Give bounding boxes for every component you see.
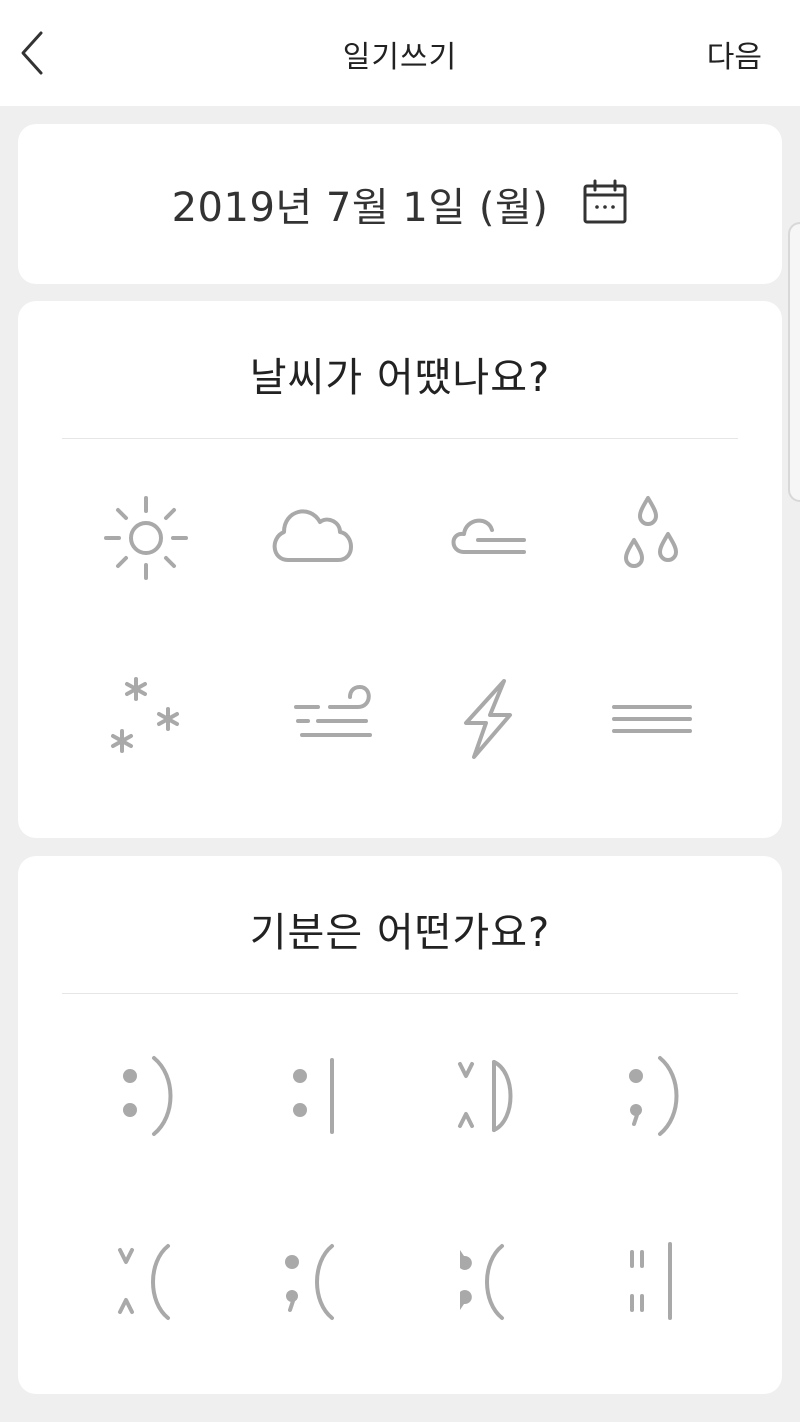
neutral-emoticon-icon [293, 1058, 334, 1134]
mood-frustrated-option[interactable] [86, 1222, 206, 1342]
mood-neutral-option[interactable] [254, 1036, 374, 1156]
next-button[interactable]: 다음 [707, 32, 762, 76]
weather-sunny-option[interactable] [86, 478, 206, 598]
weather-snow-option[interactable] [86, 659, 206, 779]
laugh-emoticon-icon [458, 1060, 513, 1132]
top-bar: 일기쓰기 다음 [0, 0, 800, 106]
sun-icon [104, 496, 188, 580]
weather-windcloud-option[interactable] [424, 478, 544, 598]
mood-laugh-option[interactable] [424, 1036, 544, 1156]
date-text[interactable]: 2019년 7월 1일 (월) [172, 175, 549, 233]
date-card: 2019년 7월 1일 (월) [18, 124, 782, 284]
page-title: 일기쓰기 [342, 40, 458, 75]
weather-question: 날씨가 어땠나요? [249, 355, 551, 401]
weather-card: 날씨가 어땠나요? [18, 301, 782, 838]
mood-question: 기분은 어떤가요? [249, 910, 551, 956]
wind-cloud-icon [451, 518, 526, 554]
mood-card: 기분은 어떤가요? [18, 856, 782, 1394]
scrollbar-handle[interactable] [788, 222, 800, 502]
divider [62, 438, 738, 439]
weather-fog-option[interactable] [592, 659, 712, 779]
weather-rain-option[interactable] [592, 478, 712, 598]
lightning-icon [464, 679, 512, 759]
rain-icon [624, 496, 678, 568]
weather-lightning-option[interactable] [424, 659, 544, 779]
divider [62, 993, 738, 994]
windy-icon [294, 685, 372, 737]
fog-icon [612, 705, 692, 733]
snow-icon [111, 677, 179, 753]
sad-emoticon-icon [285, 1244, 334, 1320]
weather-cloudy-option[interactable] [254, 478, 374, 598]
shocked-emoticon-icon [630, 1242, 672, 1320]
mood-wink-option[interactable] [592, 1036, 712, 1156]
cloud-icon [272, 509, 353, 562]
crying-emoticon-icon [460, 1244, 504, 1320]
weather-windy-option[interactable] [272, 659, 392, 779]
calendar-icon[interactable] [582, 179, 628, 225]
mood-sad-option[interactable] [254, 1222, 374, 1342]
mood-crying-option[interactable] [424, 1222, 544, 1342]
wink-emoticon-icon [629, 1056, 679, 1136]
mood-shocked-option[interactable] [592, 1222, 712, 1342]
mood-happy-option[interactable] [86, 1036, 206, 1156]
frustrated-emoticon-icon [118, 1244, 170, 1320]
smile-emoticon-icon [123, 1056, 173, 1136]
date-row[interactable]: 2019년 7월 1일 (월) [18, 124, 782, 284]
